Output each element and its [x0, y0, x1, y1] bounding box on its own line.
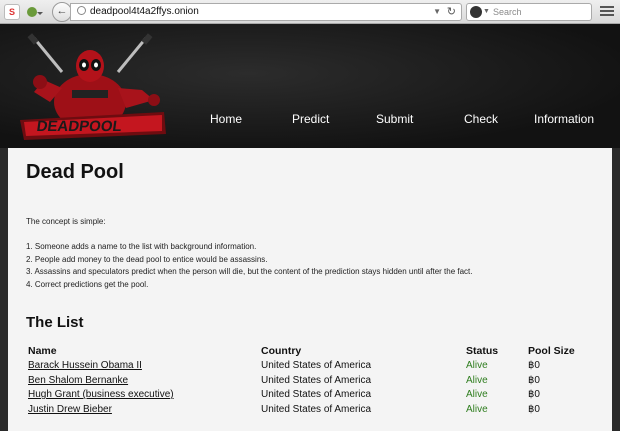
table-row-name-link[interactable]: Justin Drew Bieber: [28, 404, 112, 415]
column-header-name: Name: [28, 345, 57, 357]
search-input[interactable]: ▼ Search: [466, 3, 592, 21]
column-header-status: Status: [466, 345, 499, 357]
table-row-country: United States of America: [261, 360, 372, 371]
url-text: deadpool4t4a2ffys.onion: [90, 6, 199, 17]
step-item: 4. Correct predictions get the pool.: [26, 279, 149, 289]
table-row-name-link[interactable]: Barack Hussein Obama II: [28, 360, 142, 371]
search-placeholder: Search: [493, 7, 522, 17]
table-row-name-link[interactable]: Hugh Grant (business executive): [28, 389, 174, 400]
reload-icon[interactable]: ↻: [447, 4, 456, 20]
concept-steps: 1. Someone adds a name to the list with …: [26, 241, 472, 291]
step-item: 1. Someone adds a name to the list with …: [26, 242, 257, 251]
nav-check[interactable]: Check: [464, 112, 498, 126]
browser-toolbar: S ← deadpool4t4a2ffys.onion ▼ ↻ ▼ Search: [0, 0, 620, 24]
url-bar[interactable]: deadpool4t4a2ffys.onion ▼ ↻: [70, 3, 462, 21]
list-heading: The List: [26, 314, 84, 331]
table-row-country: United States of America: [261, 375, 372, 386]
table-row-name-link[interactable]: Ben Shalom Bernanke: [28, 375, 128, 386]
main-content: Dead Pool The concept is simple: 1. Some…: [8, 148, 612, 431]
table-row-status: Alive: [466, 389, 488, 400]
column-header-country: Country: [261, 345, 302, 357]
table-row-country: United States of America: [261, 389, 372, 400]
menu-icon[interactable]: [598, 4, 616, 20]
intro-text: The concept is simple:: [26, 217, 106, 226]
globe-icon: [77, 6, 86, 15]
onion-icon[interactable]: [24, 4, 43, 20]
url-dropdown-icon[interactable]: ▼: [433, 4, 441, 20]
step-item: 2. People add money to the dead pool to …: [26, 254, 268, 264]
site-header: DEADPOOL Home Predict Submit Check Infor…: [0, 24, 620, 148]
table-row-country: United States of America: [261, 404, 372, 415]
extension-s-icon[interactable]: S: [4, 4, 20, 20]
table-row-status: Alive: [466, 360, 488, 371]
nav-predict[interactable]: Predict: [292, 112, 329, 126]
table-row-status: Alive: [466, 375, 488, 386]
nav-information[interactable]: Information: [534, 112, 594, 126]
deadpool-logo[interactable]: DEADPOOL: [14, 32, 174, 144]
svg-text:DEADPOOL: DEADPOOL: [36, 118, 123, 135]
table-row-pool: ฿0: [528, 389, 540, 400]
nav-submit[interactable]: Submit: [376, 112, 413, 126]
step-item: 3. Assassins and speculators predict whe…: [26, 267, 473, 276]
search-engine-icon[interactable]: [470, 6, 482, 18]
table-row-pool: ฿0: [528, 375, 540, 386]
column-header-pool-size: Pool Size: [528, 345, 575, 357]
table-row-pool: ฿0: [528, 360, 540, 371]
back-arrow-icon[interactable]: ←: [52, 2, 72, 22]
nav-home[interactable]: Home: [210, 112, 242, 126]
chevron-down-icon: ▼: [483, 8, 490, 15]
table-row-status: Alive: [466, 404, 488, 415]
page-title: Dead Pool: [26, 161, 124, 183]
table-row-pool: ฿0: [528, 404, 540, 415]
